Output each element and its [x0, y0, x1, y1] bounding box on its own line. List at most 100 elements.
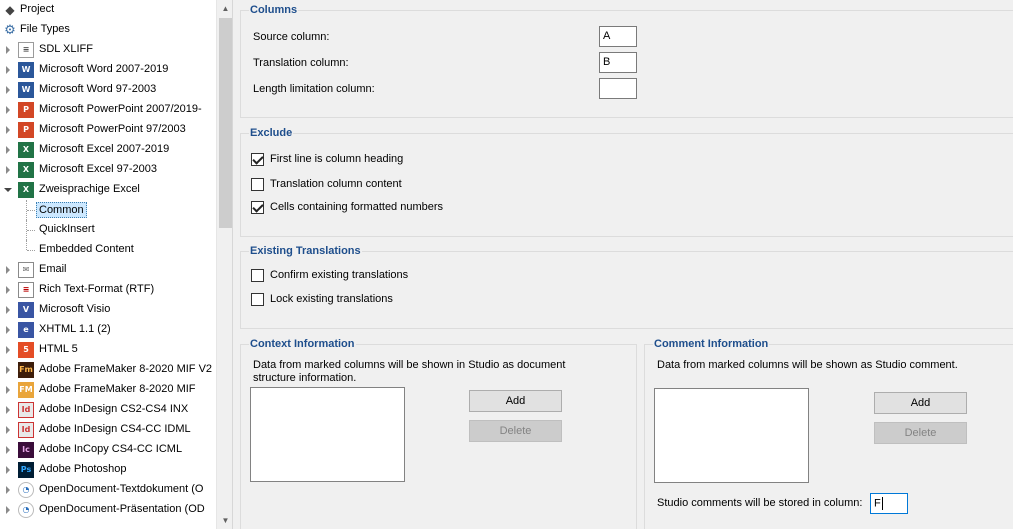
comment-column-value: F [874, 497, 881, 510]
scroll-thumb[interactable] [219, 18, 232, 228]
context-add-button[interactable]: Add [469, 390, 562, 412]
translation-column-input[interactable]: B [599, 52, 637, 73]
expand-arrow-icon[interactable] [6, 46, 10, 54]
checkbox-box[interactable] [251, 268, 264, 282]
translation-column-content-checkbox[interactable]: Translation column content [251, 177, 402, 191]
tree-item[interactable]: Fm Adobe FrameMaker 8-2020 MIF V2 [0, 360, 216, 380]
tree-item[interactable]: X Zweisprachige Excel [0, 180, 216, 200]
tree-item[interactable]: Embedded Content [0, 240, 216, 260]
expand-arrow-icon[interactable] [6, 126, 10, 134]
expand-arrow-icon[interactable] [6, 506, 10, 514]
context-columns-list[interactable] [250, 387, 405, 482]
context-delete-button: Delete [469, 420, 562, 442]
tree-item[interactable]: Common [0, 200, 216, 220]
tree-item-label: Microsoft Visio [39, 303, 111, 315]
expand-arrow-icon[interactable] [6, 286, 10, 294]
tree-item[interactable]: FM Adobe FrameMaker 8-2020 MIF [0, 380, 216, 400]
tree-item[interactable]: 5 HTML 5 [0, 340, 216, 360]
expand-arrow-icon[interactable] [6, 306, 10, 314]
rtf-icon: ≡ [18, 282, 34, 298]
expand-arrow-icon[interactable] [6, 446, 10, 454]
tree-item[interactable]: X Microsoft Excel 2007-2019 [0, 140, 216, 160]
tree-item[interactable]: e XHTML 1.1 (2) [0, 320, 216, 340]
checkbox-box[interactable] [251, 200, 264, 214]
confirm-existing-checkbox[interactable]: Confirm existing translations [251, 268, 408, 282]
first-line-heading-checkbox[interactable]: First line is column heading [251, 152, 403, 166]
lock-existing-checkbox[interactable]: Lock existing translations [251, 292, 393, 306]
comment-delete-button: Delete [874, 422, 967, 444]
tree-item[interactable]: W Microsoft Word 97-2003 [0, 80, 216, 100]
checkbox-label: Cells containing formatted numbers [270, 201, 444, 213]
length-limitation-input[interactable] [599, 78, 637, 99]
expand-arrow-icon[interactable] [6, 146, 10, 154]
comment-columns-list[interactable] [654, 388, 809, 483]
context-information-group: Context Information Data from marked col… [240, 338, 637, 529]
tree-item[interactable]: X Microsoft Excel 97-2003 [0, 160, 216, 180]
expand-arrow-icon[interactable] [6, 426, 10, 434]
tree-item-label: HTML 5 [39, 343, 78, 355]
checkbox-box[interactable] [251, 292, 264, 306]
tree-item[interactable]: Id Adobe InDesign CS4-CC IDML [0, 420, 216, 440]
tree-item[interactable]: P Microsoft PowerPoint 2007/2019- [0, 100, 216, 120]
tree-item-label: Microsoft PowerPoint 97/2003 [39, 123, 186, 135]
expand-arrow-icon[interactable] [6, 366, 10, 374]
checkbox-box[interactable] [251, 152, 264, 166]
tree-item[interactable]: ≡ SDL XLIFF [0, 40, 216, 60]
length-limitation-label: Length limitation column: [253, 83, 375, 95]
tree-item[interactable]: W Microsoft Word 2007-2019 [0, 60, 216, 80]
scroll-up-icon[interactable]: ▲ [217, 0, 232, 17]
word-legacy-icon: W [18, 82, 34, 98]
powerpoint-icon: P [18, 102, 34, 118]
expand-arrow-icon[interactable] [6, 406, 10, 414]
translation-column-label: Translation column: [253, 57, 349, 69]
scroll-down-icon[interactable]: ▼ [217, 512, 232, 529]
tree-connector [27, 250, 35, 251]
tree-item-label: Zweisprachige Excel [39, 183, 140, 195]
expand-arrow-icon[interactable] [6, 386, 10, 394]
checkbox-label: Confirm existing translations [270, 269, 409, 281]
context-description: Data from marked columns will be shown i… [253, 359, 566, 384]
tree-item[interactable]: ✉ Email [0, 260, 216, 280]
expand-arrow-icon[interactable] [6, 86, 10, 94]
tree-item[interactable]: P Microsoft PowerPoint 97/2003 [0, 120, 216, 140]
expand-arrow-icon[interactable] [6, 486, 10, 494]
tree-item-label: File Types [20, 23, 70, 35]
tree-item[interactable]: ⚙ File Types [0, 20, 216, 40]
tree-item-label: Embedded Content [39, 243, 134, 255]
tree-item[interactable]: ◔ OpenDocument-Präsentation (OD [0, 500, 216, 520]
tree-item-label: Microsoft Word 97-2003 [39, 83, 157, 95]
expand-arrow-icon[interactable] [6, 346, 10, 354]
expand-arrow-icon[interactable] [6, 326, 10, 334]
collapse-arrow-icon[interactable] [4, 188, 12, 192]
tree-item[interactable]: Ps Adobe Photoshop [0, 460, 216, 480]
tree-connector [27, 210, 35, 211]
expand-arrow-icon[interactable] [6, 106, 10, 114]
checkbox-box[interactable] [251, 177, 264, 191]
opendocument-presentation-icon: ◔ [18, 502, 34, 518]
source-column-input[interactable]: A [599, 26, 637, 47]
tree-item[interactable]: ◔ OpenDocument-Textdokument (O [0, 480, 216, 500]
expand-arrow-icon[interactable] [6, 266, 10, 274]
formatted-numbers-checkbox[interactable]: Cells containing formatted numbers [251, 200, 443, 214]
tree-item[interactable]: Ic Adobe InCopy CS4-CC ICML [0, 440, 216, 460]
tree-item[interactable]: V Microsoft Visio [0, 300, 216, 320]
word-icon: W [18, 62, 34, 78]
opendocument-text-icon: ◔ [18, 482, 34, 498]
tree-item-label: Adobe Photoshop [39, 463, 127, 475]
tree-item[interactable]: Id Adobe InDesign CS2-CS4 INX [0, 400, 216, 420]
tree-scrollbar[interactable]: ▲ ▼ [216, 0, 232, 529]
tree-item-label: Microsoft Excel 97-2003 [39, 163, 157, 175]
tree-item[interactable]: QuickInsert [0, 220, 216, 240]
tree-item[interactable]: ≡ Rich Text-Format (RTF) [0, 280, 216, 300]
framemaker-legacy-icon: FM [18, 382, 34, 398]
sdl-xliff-icon: ≡ [18, 42, 34, 58]
comment-add-button[interactable]: Add [874, 392, 967, 414]
exclude-group: Exclude First line is column heading Tra… [240, 127, 1013, 237]
expand-arrow-icon[interactable] [6, 466, 10, 474]
expand-arrow-icon[interactable] [6, 66, 10, 74]
tree-item[interactable]: ◆ Project [0, 0, 216, 20]
comment-column-input[interactable]: F [870, 493, 908, 514]
tree-item-label: Email [39, 263, 67, 275]
expand-arrow-icon[interactable] [6, 166, 10, 174]
framemaker-icon: Fm [18, 362, 34, 378]
